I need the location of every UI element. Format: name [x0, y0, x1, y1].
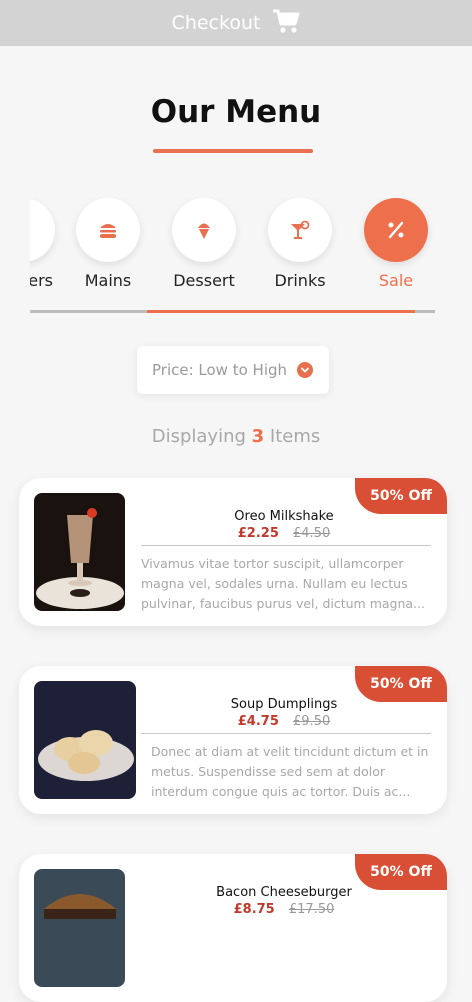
category-strip[interactable]: ers Mains Dessert Drinks Sale: [30, 198, 435, 298]
item-old-price: £9.50: [293, 714, 331, 729]
sort-label: Price: Low to High: [152, 361, 288, 379]
checkout-bar[interactable]: Checkout: [0, 0, 472, 46]
category-label: Mains: [84, 271, 132, 290]
category-label: Sale: [378, 271, 414, 290]
category-dessert[interactable]: Dessert: [164, 198, 244, 290]
percent-icon: [388, 221, 404, 239]
item-count: 3: [251, 426, 265, 447]
item-old-price: £17.50: [288, 902, 335, 917]
burger-icon: [100, 224, 116, 238]
category-label: ers: [30, 271, 53, 290]
divider: [141, 733, 431, 734]
display-count: Displaying 3 Items: [0, 426, 472, 447]
category-circle[interactable]: [76, 198, 140, 262]
sort-dropdown[interactable]: Price: Low to High: [137, 346, 329, 394]
item-price: £2.25: [237, 526, 279, 541]
ice-cream-icon: [198, 223, 210, 239]
category-circle[interactable]: [30, 198, 55, 262]
page-title: Our Menu: [150, 94, 322, 130]
item-image-dumplings: [34, 681, 136, 799]
item-image-milkshake: [34, 493, 125, 611]
cocktail-icon: [291, 220, 310, 239]
display-prefix: Displaying: [151, 426, 246, 447]
menu-item-card[interactable]: 50% Off Soup Dumplings £4.75 £9.50 Donec…: [19, 666, 447, 814]
item-prices: £8.75 £17.50: [141, 902, 427, 917]
item-description: Vivamus vitae tortor suscipit, ullamcorp…: [141, 556, 425, 611]
menu-item-card[interactable]: 50% Off Bacon Cheeseburger £8.75 £17.50: [19, 854, 447, 1002]
item-old-price: £4.50: [293, 526, 331, 541]
display-suffix: Items: [269, 426, 321, 447]
item-name: Oreo Milkshake: [234, 509, 334, 524]
category-scrollbar-thumb[interactable]: [147, 310, 415, 313]
menu-item-card[interactable]: 50% Off Oreo Milkshake £2.25 £4.50 Vivam…: [19, 478, 447, 626]
cart-icon[interactable]: [272, 8, 300, 39]
category-circle[interactable]: [268, 198, 332, 262]
item-image-cheeseburger: [34, 869, 125, 987]
checkout-label[interactable]: Checkout: [172, 12, 261, 34]
category-label: Drinks: [274, 271, 326, 290]
item-prices: £2.25 £4.50: [141, 526, 427, 541]
item-price: £4.75: [237, 714, 279, 729]
category-burgers[interactable]: ers: [30, 198, 63, 290]
category-mains[interactable]: Mains: [68, 198, 148, 290]
category-label: Dessert: [173, 271, 235, 290]
divider: [141, 545, 431, 546]
chevron-down-icon[interactable]: [297, 362, 313, 378]
category-circle[interactable]: [172, 198, 236, 262]
item-name: Soup Dumplings: [230, 697, 338, 712]
category-drinks[interactable]: Drinks: [260, 198, 340, 290]
item-prices: £4.75 £9.50: [141, 714, 427, 729]
item-description: Donec at diam at velit tincidunt dictum …: [151, 744, 429, 799]
category-circle[interactable]: [364, 198, 428, 262]
item-name: Bacon Cheeseburger: [216, 885, 352, 900]
title-underline: [153, 149, 313, 153]
category-sale[interactable]: Sale: [356, 198, 435, 290]
item-price: £8.75: [233, 902, 275, 917]
